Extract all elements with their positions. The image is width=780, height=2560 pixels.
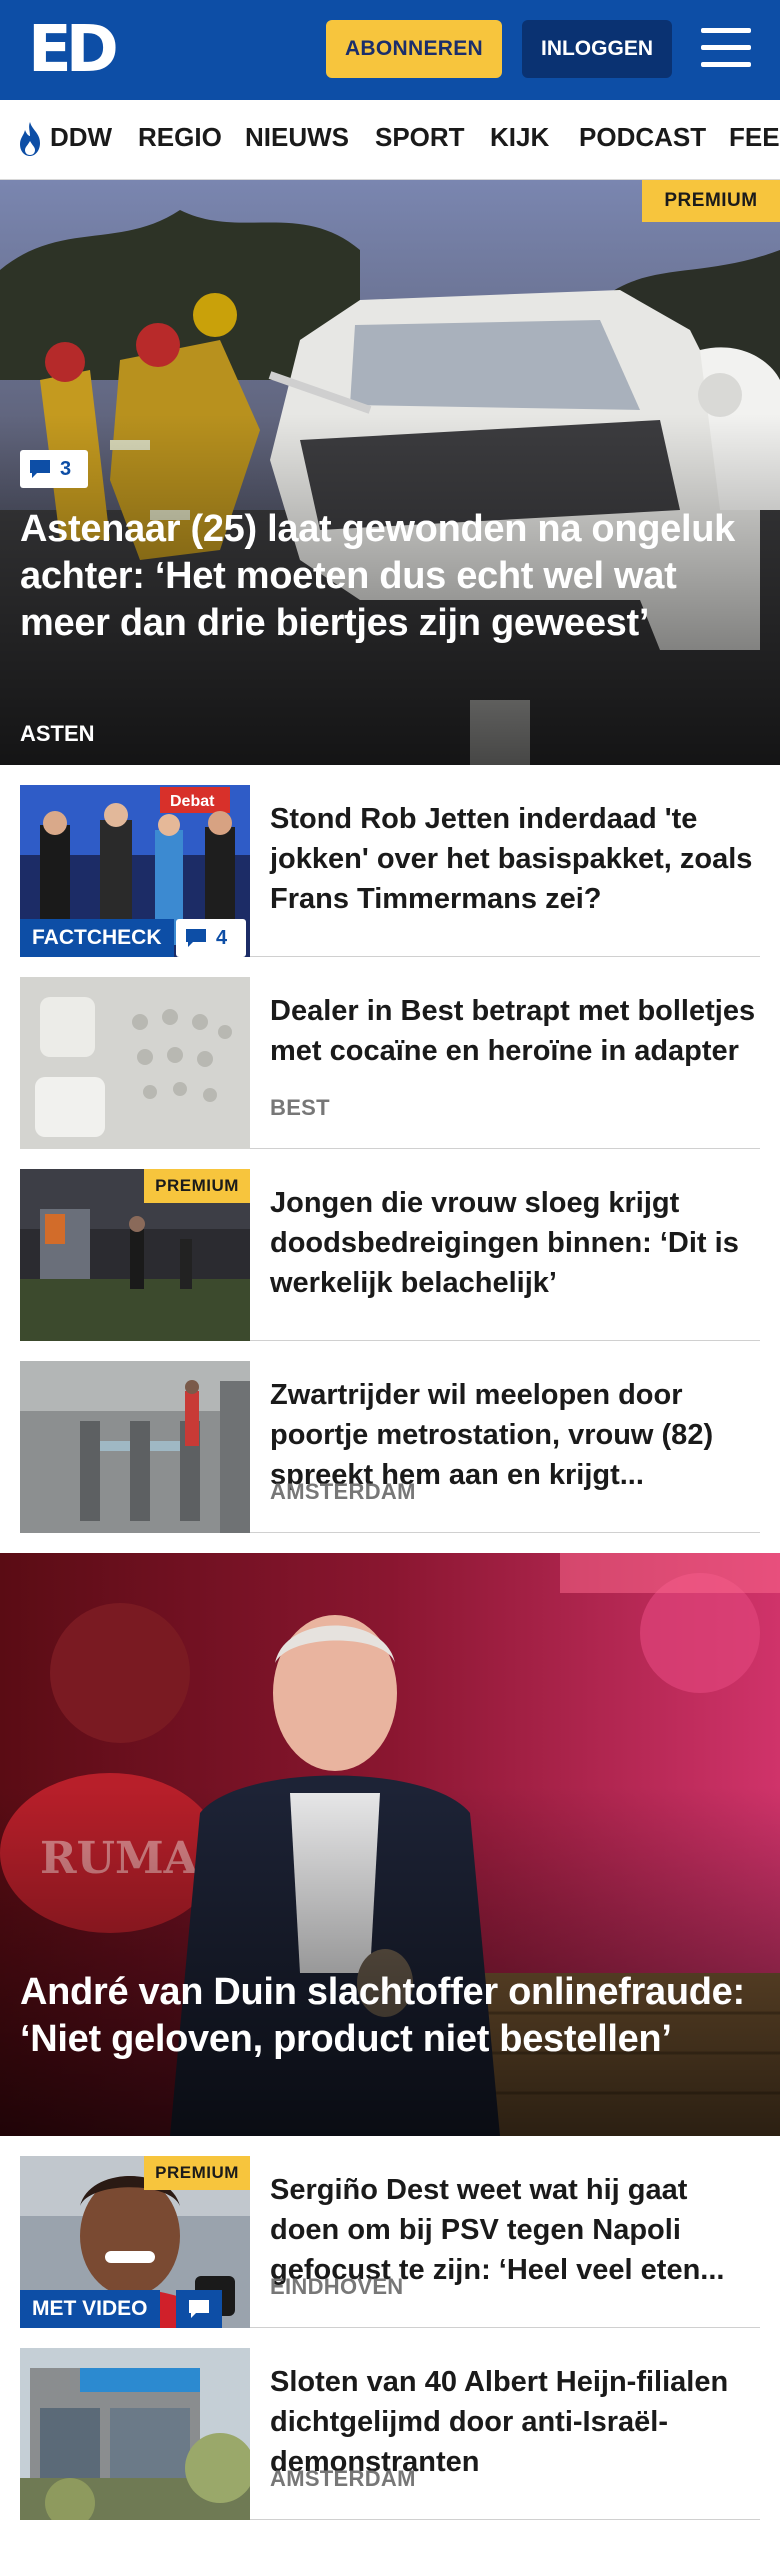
- hero-headline[interactable]: André van Duin slachtoffer onlinefraude:…: [20, 1969, 762, 2063]
- article-headline[interactable]: Sloten van 40 Albert Heijn-filialen dich…: [270, 2362, 756, 2482]
- hero-headline[interactable]: Astenaar (25) laat gewonden na ongeluk a…: [20, 506, 762, 647]
- tv-screen-text: Debat: [170, 793, 215, 810]
- premium-badge: PREMIUM: [642, 180, 780, 222]
- hero-gradient-overlay: [0, 180, 780, 765]
- article-row-albert-heijn[interactable]: Sloten van 40 Albert Heijn-filialen dich…: [20, 2348, 760, 2520]
- article-row-zwartrijder[interactable]: Zwartrijder wil meelopen door poortje me…: [20, 1361, 760, 1533]
- ed-logo[interactable]: ED: [28, 13, 119, 87]
- comment-count-badge: 3: [20, 450, 88, 488]
- logo-text: ED: [28, 13, 119, 87]
- nav-item-sport[interactable]: SPORT: [375, 122, 465, 153]
- login-button[interactable]: INLOGGEN: [522, 20, 672, 78]
- hamburger-menu-icon[interactable]: [696, 24, 756, 74]
- comment-icon: [186, 929, 206, 947]
- article-location-tag: BEST: [270, 1095, 330, 1120]
- thumbnail-adapter-drugs: [20, 977, 250, 1149]
- article-headline[interactable]: Dealer in Best betrapt met bolletjes met…: [270, 991, 756, 1071]
- thumbnail-metro-gates: [20, 1361, 250, 1533]
- article-headline[interactable]: Jongen die vrouw sloeg krijgt doodsbedre…: [270, 1183, 756, 1303]
- comment-count: 4: [216, 926, 228, 949]
- thumbnail-albert-heijn-store: [20, 2348, 250, 2520]
- article-location-tag: AMSTERDAM: [270, 2466, 416, 2491]
- comment-count: 3: [60, 457, 72, 480]
- subscribe-button[interactable]: ABONNEREN: [326, 20, 502, 78]
- article-row-sergino-dest[interactable]: PREMIUM MET VIDEO Sergiño Dest weet wat …: [20, 2156, 760, 2328]
- comment-count-badge: 4: [176, 919, 246, 957]
- nav-item-fee[interactable]: FEE: [729, 122, 780, 153]
- thumbnail-image: [20, 2348, 250, 2520]
- thumbnail-image: [20, 977, 250, 1149]
- comment-icon: [189, 2300, 209, 2318]
- nav-item-ddw[interactable]: DDW: [50, 122, 112, 153]
- article-headline[interactable]: Stond Rob Jetten inderdaad 'te jokken' o…: [270, 799, 756, 919]
- article-row-jongen[interactable]: PREMIUM Jongen die vrouw sloeg krijgt do…: [20, 1169, 760, 1341]
- nav-item-regio[interactable]: REGIO: [138, 122, 222, 153]
- top-header: ED ABONNEREN INLOGGEN: [0, 0, 780, 100]
- nav-item-nieuws[interactable]: NIEUWS: [245, 122, 349, 153]
- hero-article-asten[interactable]: PREMIUM 3 Astenaar (25) laat gewonden na…: [0, 180, 780, 765]
- thumbnail-image: [20, 1361, 250, 1533]
- article-location-tag: EINDHOVEN: [270, 2274, 404, 2299]
- nav-item-kijk[interactable]: KIJK: [490, 122, 549, 153]
- article-headline[interactable]: Zwartrijder wil meelopen door poortje me…: [270, 1375, 756, 1495]
- premium-badge: PREMIUM: [144, 2156, 250, 2190]
- section-nav: DDW REGIO NIEUWS SPORT KIJK PODCAST FEE: [0, 100, 780, 180]
- hero-location-tag: ASTEN: [20, 721, 95, 746]
- premium-badge: PREMIUM: [144, 1169, 250, 1203]
- article-headline[interactable]: Sergiño Dest weet wat hij gaat doen om b…: [270, 2170, 756, 2290]
- hero-article-andre-van-duin[interactable]: RUMA André van Duin slachtoffer onlinefr…: [0, 1553, 780, 2136]
- article-location-tag: AMSTERDAM: [270, 1479, 416, 1504]
- nav-item-podcast[interactable]: PODCAST: [579, 122, 706, 153]
- comment-icon: [30, 460, 50, 478]
- video-label: MET VIDEO: [20, 2290, 160, 2328]
- article-row-factcheck[interactable]: Debat FACTCHECK 4 Stond Rob Jetten inder…: [20, 785, 760, 957]
- flame-icon: [20, 122, 40, 156]
- factcheck-label: FACTCHECK: [20, 919, 174, 957]
- comment-badge: [176, 2290, 222, 2328]
- article-row-dealer-best[interactable]: Dealer in Best betrapt met bolletjes met…: [20, 977, 760, 1149]
